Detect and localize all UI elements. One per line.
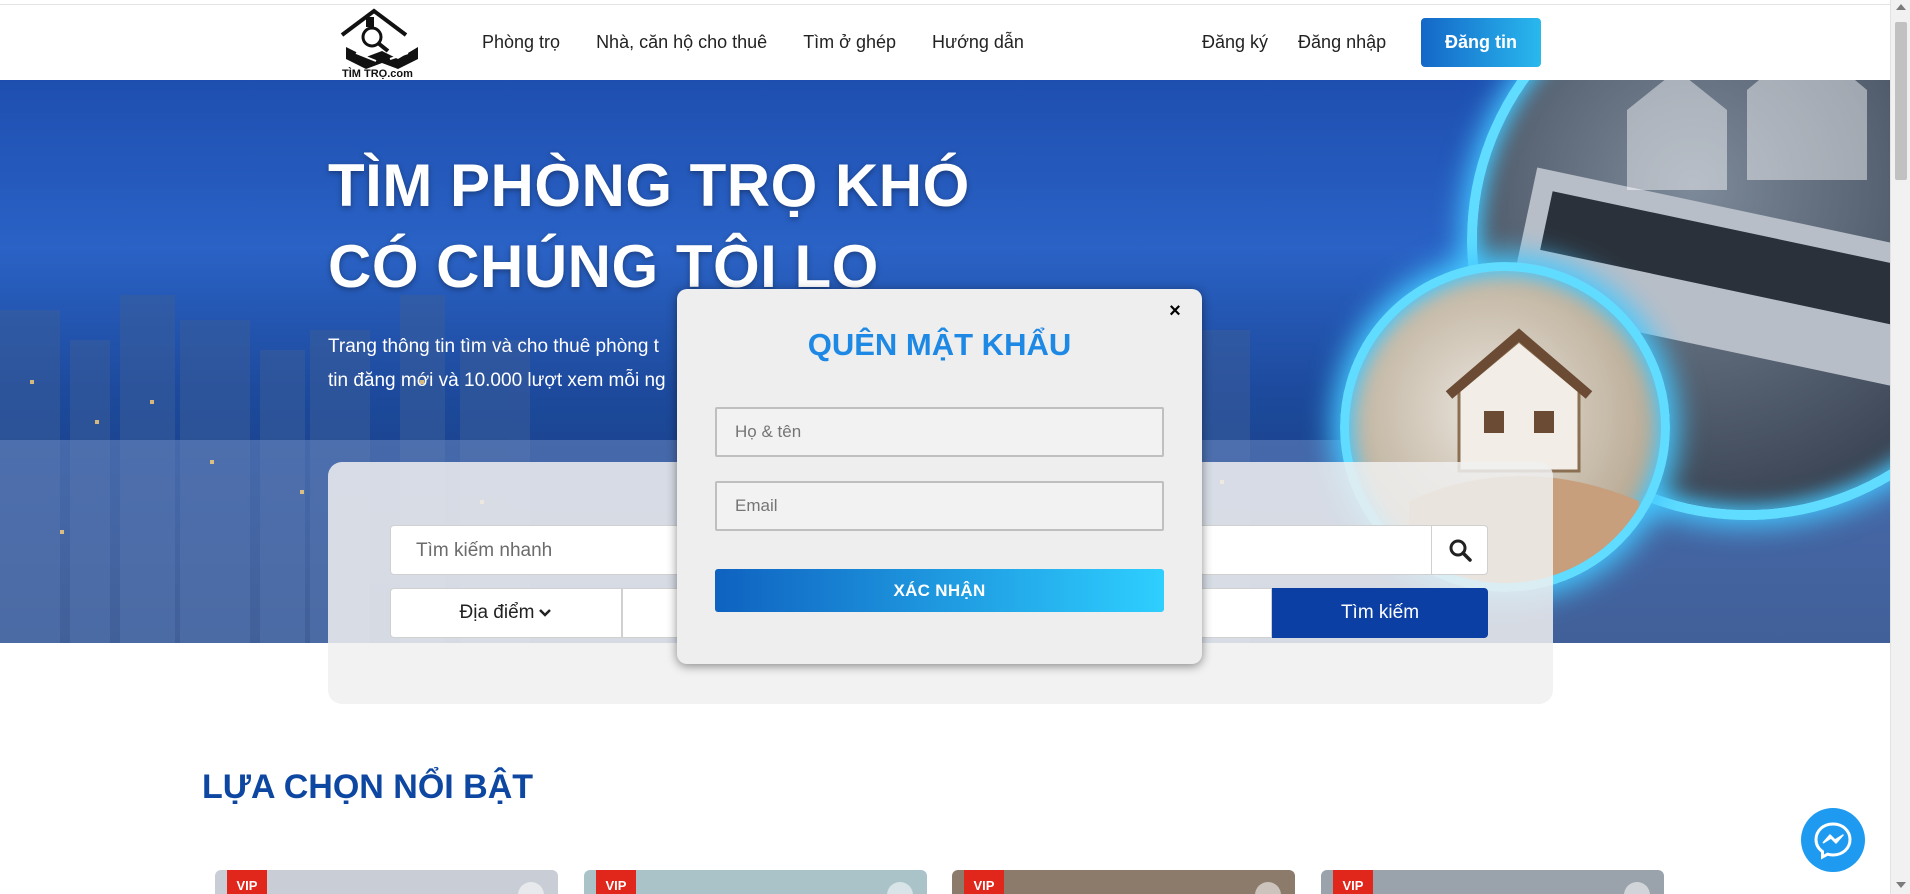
nav-item-tim-o-ghep[interactable]: Tìm ở ghép [803, 32, 896, 53]
vip-badge: VIP [964, 870, 1004, 894]
hero-subtitle: Trang thông tin tìm và cho thuê phòng t … [328, 330, 688, 398]
favorite-heart-icon[interactable] [1624, 882, 1650, 894]
messenger-chat-button[interactable] [1801, 808, 1865, 872]
scrollbar-thumb[interactable] [1895, 22, 1907, 180]
search-button[interactable]: Tìm kiếm [1272, 588, 1488, 638]
modal-title: QUÊN MẬT KHẨU [807, 327, 1072, 362]
fullname-field[interactable] [715, 407, 1164, 457]
location-filter-label: Địa điểm [459, 602, 535, 623]
listing-card[interactable]: VIP [215, 870, 558, 894]
listing-card[interactable]: VIP [952, 870, 1295, 894]
forgot-password-modal: × QUÊN MẬT KHẨU XÁC NHẬN [677, 289, 1202, 664]
register-link[interactable]: Đăng ký [1202, 32, 1268, 53]
vip-badge: VIP [596, 870, 636, 894]
hero-subtitle-line-1: Trang thông tin tìm và cho thuê phòng t [328, 336, 659, 357]
confirm-button[interactable]: XÁC NHẬN [715, 569, 1164, 612]
site-logo[interactable]: TÌM TRỌ.com [336, 7, 428, 79]
page-scrollbar[interactable] [1890, 0, 1910, 894]
login-link[interactable]: Đăng nhập [1298, 32, 1386, 53]
favorite-heart-icon[interactable] [1255, 882, 1281, 894]
listing-card[interactable]: VIP [1321, 870, 1664, 894]
nav-item-nha-can-ho[interactable]: Nhà, căn hộ cho thuê [596, 32, 767, 53]
scroll-up-arrow-icon[interactable] [1896, 4, 1906, 10]
chevron-down-icon [539, 609, 552, 617]
location-filter-dropdown[interactable]: Địa điểm [390, 588, 622, 638]
svg-text:TÌM TRỌ.com: TÌM TRỌ.com [342, 67, 413, 79]
vip-badge: VIP [1333, 870, 1373, 894]
featured-section-title: LỰA CHỌN NỔI BẬT [202, 768, 534, 806]
main-nav: Phòng trọ Nhà, căn hộ cho thuê Tìm ở ghé… [482, 5, 1024, 80]
scroll-down-arrow-icon[interactable] [1896, 882, 1906, 888]
hero-subtitle-line-2: tin đăng mới và 10.000 lượt xem mỗi ng [328, 370, 666, 391]
post-listing-button[interactable]: Đăng tin [1421, 18, 1541, 67]
quick-search-submit[interactable] [1431, 526, 1487, 574]
auth-links: Đăng ký Đăng nhập [1202, 5, 1386, 80]
hero-title: TÌM PHÒNG TRỌ KHÓ CÓ CHÚNG TÔI LO [328, 145, 970, 307]
close-icon[interactable]: × [1165, 301, 1185, 321]
messenger-icon [1814, 822, 1852, 860]
vip-badge: VIP [227, 870, 267, 894]
favorite-heart-icon[interactable] [518, 882, 544, 894]
hero-title-line-1: TÌM PHÒNG TRỌ KHÓ [328, 152, 970, 219]
favorite-heart-icon[interactable] [887, 882, 913, 894]
site-header: TÌM TRỌ.com Phòng trọ Nhà, căn hộ cho th… [0, 5, 1890, 80]
nav-item-phong-tro[interactable]: Phòng trọ [482, 32, 560, 53]
listing-card[interactable]: VIP [584, 870, 927, 894]
email-field[interactable] [715, 481, 1164, 531]
nav-item-huong-dan[interactable]: Hướng dẫn [932, 32, 1024, 53]
quick-search-placeholder: Tìm kiếm nhanh [416, 540, 553, 561]
search-icon [1449, 539, 1472, 562]
